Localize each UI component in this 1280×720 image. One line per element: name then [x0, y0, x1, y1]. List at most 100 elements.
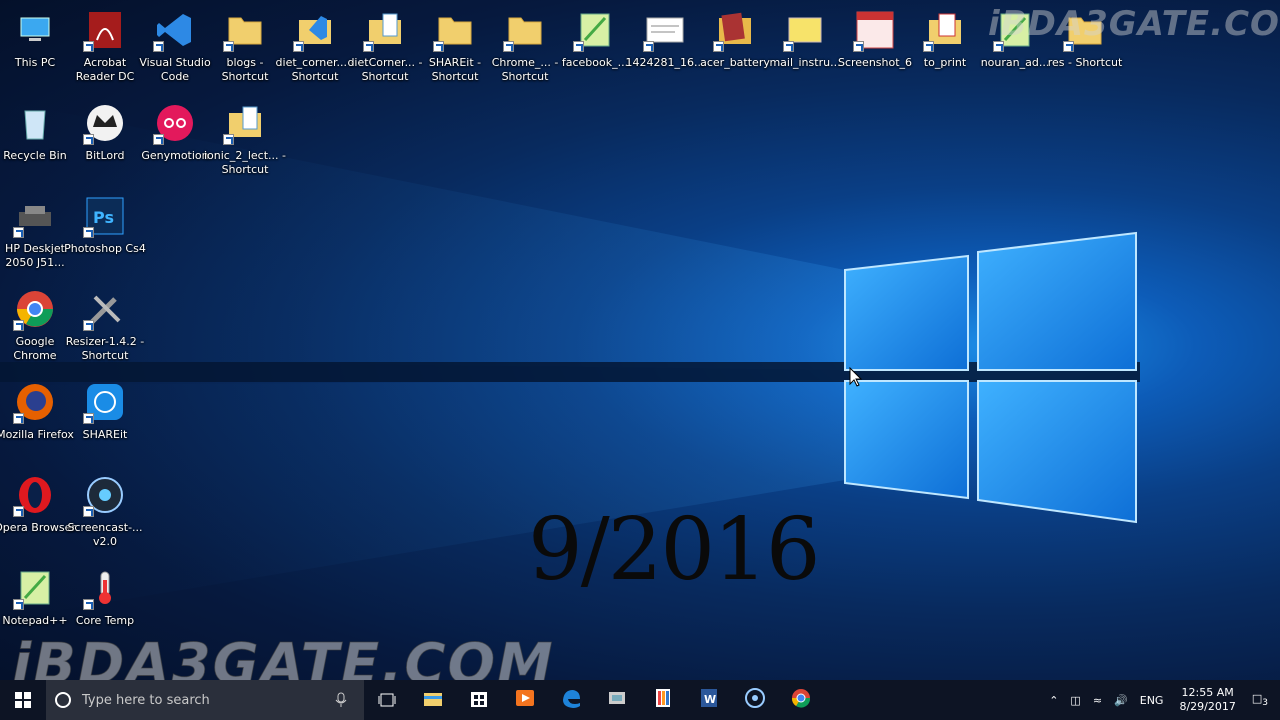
desktop[interactable]: This PC Acrobat Reader DC Visual Studio Co…	[0, 0, 1280, 680]
shortcut-arrow-icon	[853, 41, 864, 52]
svg-text:Ps: Ps	[93, 208, 114, 227]
photoshop-icon: Ps	[83, 194, 127, 238]
desktop-icon[interactable]: 1424281_16...	[626, 2, 704, 90]
microphone-icon[interactable]	[334, 692, 348, 708]
desktop-icon[interactable]: SHAREit	[70, 374, 140, 462]
notepadpp-icon	[573, 8, 617, 52]
action-center-icon[interactable]: □3	[1252, 692, 1268, 708]
desktop-icon[interactable]: dietCorner... - Shortcut	[347, 2, 423, 90]
desktop-icon[interactable]: Screencast-... v2.0	[67, 467, 143, 555]
language-indicator[interactable]: ENG	[1140, 694, 1164, 707]
desktop-icon-label: Resizer-1.4.2 - Shortcut	[65, 335, 145, 362]
taskbar-app-chrome[interactable]	[778, 680, 824, 720]
taskbar-app-store[interactable]	[456, 680, 502, 720]
taskbar-search-box[interactable]: Type here to search	[46, 680, 364, 720]
desktop-icon[interactable]: Ps Photoshop Cs4	[64, 188, 146, 276]
word-icon: W	[698, 687, 720, 713]
shortcut-arrow-icon	[573, 41, 584, 52]
shortcut-arrow-icon	[13, 599, 24, 610]
image-doc-icon	[643, 8, 687, 52]
vscode-icon	[153, 8, 197, 52]
desktop-icon[interactable]: Google Chrome	[0, 281, 70, 369]
shortcut-arrow-icon	[713, 41, 724, 52]
media-player-icon	[514, 687, 536, 713]
screencast-icon	[83, 473, 127, 517]
desktop-icon[interactable]: blogs - Shortcut	[210, 2, 280, 90]
task-view-button[interactable]	[364, 680, 410, 720]
desktop-icon-label: Photoshop Cs4	[64, 242, 146, 255]
folder-icon	[433, 8, 477, 52]
taskbar-app-paint-app[interactable]	[640, 680, 686, 720]
shortcut-arrow-icon	[83, 413, 94, 424]
desktop-icon-label: Screencast-... v2.0	[67, 521, 143, 548]
folder-icon	[223, 8, 267, 52]
desktop-icon[interactable]: ionic_2_lect... - Shortcut	[204, 95, 286, 183]
desktop-icon[interactable]: Acrobat Reader DC	[70, 2, 140, 90]
desktop-icon[interactable]: Opera Browser	[0, 467, 76, 555]
firefox-icon	[13, 380, 57, 424]
bitlord-icon	[83, 101, 127, 145]
cortana-icon	[55, 692, 71, 708]
desktop-icon[interactable]: mail_instru...	[769, 2, 841, 90]
shortcut-arrow-icon	[83, 599, 94, 610]
shortcut-arrow-icon	[223, 134, 234, 145]
acrobat-icon	[83, 8, 127, 52]
shortcut-arrow-icon	[923, 41, 934, 52]
folder-doc-icon	[363, 8, 407, 52]
desktop-icon[interactable]: Recycle Bin	[0, 95, 70, 183]
desktop-icon[interactable]: Genymotion	[140, 95, 210, 183]
taskbar-app-edge[interactable]	[548, 680, 594, 720]
desktop-icon[interactable]: Chrome_... - Shortcut	[490, 2, 560, 90]
desktop-icon-label: ionic_2_lect... - Shortcut	[203, 149, 286, 176]
pc-icon	[13, 8, 57, 52]
shortcut-arrow-icon	[293, 41, 304, 52]
start-button[interactable]	[0, 680, 46, 720]
pdf-folder-icon	[923, 8, 967, 52]
windows-start-icon	[15, 692, 31, 708]
taskbar-app-file-explorer[interactable]	[410, 680, 456, 720]
shortcut-arrow-icon	[433, 41, 444, 52]
desktop-icon[interactable]: This PC	[0, 2, 70, 90]
taskbar-app-folder-network[interactable]	[594, 680, 640, 720]
wifi-icon[interactable]: ≈	[1093, 694, 1102, 707]
clock-date: 8/29/2017	[1179, 700, 1236, 713]
taskbar-app-word[interactable]: W	[686, 680, 732, 720]
desktop-icon[interactable]: Mozilla Firefox	[0, 374, 74, 462]
desktop-icon[interactable]: Resizer-1.4.2 - Shortcut	[66, 281, 144, 369]
taskbar-app-media-player[interactable]	[502, 680, 548, 720]
clock[interactable]: 12:55 AM 8/29/2017	[1179, 686, 1235, 714]
desktop-icon[interactable]: diet_corner... - Shortcut	[276, 2, 354, 90]
edge-icon	[560, 687, 582, 713]
desktop-icon[interactable]: to_print	[910, 2, 980, 90]
desktop-icon[interactable]: facebook_...	[560, 2, 630, 90]
watermark-top: iBDA3GATE.COM	[988, 4, 1280, 44]
desktop-icon[interactable]: BitLord	[70, 95, 140, 183]
sticky-note-icon	[783, 8, 827, 52]
search-placeholder: Type here to search	[82, 692, 210, 708]
volume-icon[interactable]: 🔊	[1114, 694, 1128, 707]
show-hidden-icons-chevron-icon[interactable]: ⌃	[1049, 694, 1058, 707]
folder-icon	[503, 8, 547, 52]
shortcut-arrow-icon	[13, 506, 24, 517]
file-explorer-icon	[422, 687, 444, 713]
desktop-icon[interactable]: acer_battery	[700, 2, 770, 90]
taskbar-app-screencast-app[interactable]	[732, 680, 778, 720]
desktop-icon-label: res - Shortcut	[1047, 56, 1123, 69]
paint-app-icon	[652, 687, 674, 713]
chrome-icon	[790, 687, 812, 713]
desktop-icon-label: Core Temp	[75, 614, 135, 627]
thermometer-icon	[83, 566, 127, 610]
desktop-icon[interactable]: Visual Studio Code	[139, 2, 211, 90]
svg-text:W: W	[704, 693, 716, 706]
folder-network-icon	[606, 687, 628, 713]
shortcut-arrow-icon	[13, 413, 24, 424]
desktop-icon[interactable]: HP Deskjet 2050 J51...	[0, 188, 70, 276]
desktop-icon[interactable]: SHAREit - Shortcut	[420, 2, 490, 90]
folder-doc-icon	[223, 101, 267, 145]
tools-icon	[83, 287, 127, 331]
battery-icon[interactable]: ◫	[1070, 694, 1080, 707]
watermark-bottom: iBDA3GATE.COM	[12, 632, 555, 681]
genymotion-icon	[153, 101, 197, 145]
desktop-icon[interactable]: Screenshot_6	[838, 2, 912, 90]
screencast-app-icon	[744, 687, 766, 713]
